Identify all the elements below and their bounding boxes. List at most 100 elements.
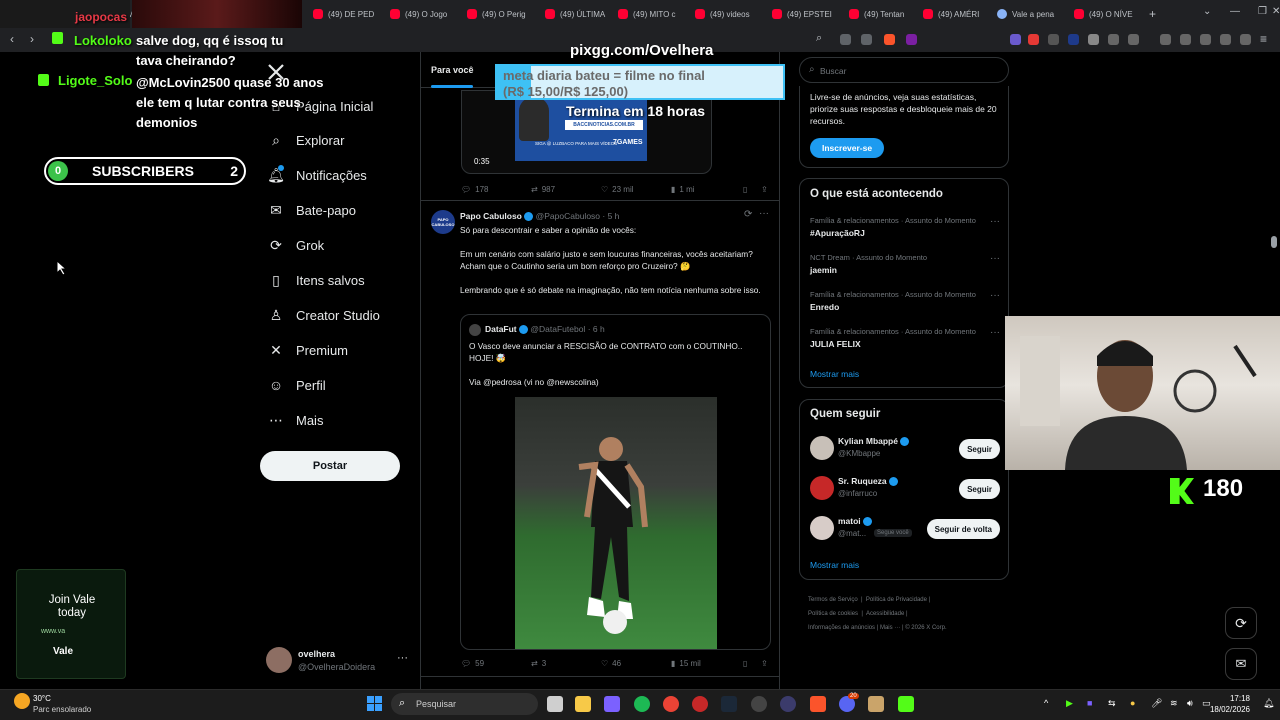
cast-icon[interactable]	[840, 34, 851, 45]
file-explorer-icon[interactable]	[575, 696, 591, 712]
bookmark-icon[interactable]: ▯	[743, 659, 747, 668]
browser-tab[interactable]: (49) O NÍVE	[1074, 4, 1134, 24]
vpn-icon[interactable]	[1240, 34, 1251, 45]
author-name[interactable]: Papo Cabuloso	[460, 211, 522, 221]
follow-suggestion[interactable]: Kylian Mbappé @KMbappe Seguir	[810, 434, 1000, 464]
browser-tab[interactable]: (49) ÚLTIMA	[545, 4, 613, 24]
follow-name[interactable]: Kylian Mbappé	[838, 436, 910, 447]
reply-button[interactable]: 💬︎ 178	[461, 185, 489, 194]
grok-icon[interactable]: ⟳	[744, 209, 752, 220]
bookmark-icon[interactable]: ▯	[743, 185, 747, 194]
trend-item[interactable]: Família & relacionamentos · Assunto do M…	[810, 216, 1000, 238]
nav-item-bookmark[interactable]: ▯ Itens salvos	[268, 269, 365, 293]
chrome-icon[interactable]	[663, 696, 679, 712]
spotify-icon[interactable]	[634, 696, 650, 712]
nav-item-grok[interactable]: ⟳ Grok	[268, 234, 324, 258]
tab-search-button[interactable]: ⌄	[1203, 6, 1211, 17]
weather-temp[interactable]: 30°C	[33, 694, 51, 703]
nav-item-more[interactable]: ⋯ Mais	[268, 408, 323, 432]
avatar[interactable]	[810, 516, 834, 540]
clock-date[interactable]: 18/02/2026	[1208, 705, 1250, 714]
maximize-button[interactable]: ❐	[1258, 6, 1267, 17]
more-icon[interactable]: ···	[990, 290, 1000, 301]
follow-show-more[interactable]: Mostrar mais	[810, 560, 859, 570]
app-icon[interactable]	[751, 696, 767, 712]
app-icon[interactable]	[604, 696, 620, 712]
more-icon[interactable]: ···	[759, 208, 769, 219]
more-icon[interactable]: ···	[990, 253, 1000, 264]
wallet-icon[interactable]	[1200, 34, 1211, 45]
search-icon[interactable]: ⌕	[816, 32, 822, 45]
tray-app-icon[interactable]: ⇆	[1108, 698, 1116, 709]
windows-start-icon[interactable]	[367, 696, 382, 711]
extension-icon[interactable]	[1128, 34, 1139, 45]
close-window-button[interactable]: ✕	[1272, 6, 1280, 17]
nav-item-x-logo[interactable]: ✕ Premium	[268, 338, 348, 362]
share-icon[interactable]: ⇪	[761, 185, 768, 194]
footer-link[interactable]: Acessibilidade	[866, 611, 904, 617]
back-icon[interactable]: ‹	[10, 32, 14, 46]
weather-icon[interactable]	[14, 693, 30, 709]
browser-tab[interactable]: (49) videos	[695, 4, 763, 24]
tray-app-icon[interactable]: ●	[1130, 698, 1135, 708]
forward-icon[interactable]: ›	[30, 32, 34, 46]
like-button[interactable]: ♡ 46	[601, 659, 621, 668]
search-box[interactable]: ⌕ Buscar	[799, 57, 1009, 83]
views-button[interactable]: ▮ 1 mi	[671, 185, 695, 194]
reply-button[interactable]: 💬︎ 59	[461, 659, 484, 668]
follow-button[interactable]: Seguir	[959, 439, 1000, 459]
like-button[interactable]: ♡ 23 mil	[601, 185, 634, 194]
subscribe-button[interactable]: Inscrever-se	[810, 138, 885, 158]
follow-suggestion[interactable]: matoi @mat... Seguir de volta Segue você	[810, 514, 1000, 544]
tray-app-icon[interactable]: ▶	[1066, 698, 1073, 709]
tray-app-icon[interactable]: ■	[1087, 698, 1092, 708]
wifi-icon[interactable]: ≋	[1170, 698, 1178, 709]
avatar[interactable]: PAPO CABULOSO	[431, 210, 455, 234]
more-icon[interactable]: ···	[990, 327, 1000, 338]
views-button[interactable]: ▮ 15 mil	[671, 659, 701, 668]
app-icon[interactable]	[868, 696, 884, 712]
post-time[interactable]: · 5 h	[602, 211, 619, 221]
avatar[interactable]	[810, 436, 834, 460]
footer-link[interactable]: Informações de anúncios	[808, 625, 875, 631]
browser-tab[interactable]: (49) EPSTEI	[772, 4, 840, 24]
football-player-photo[interactable]	[515, 397, 717, 649]
media-icon[interactable]	[1160, 34, 1171, 45]
quoted-post[interactable]: DataFut @DataFutebol · 6 h O Vasco deve …	[460, 314, 771, 650]
clock-time[interactable]: 17:18	[1228, 694, 1250, 703]
opera-icon[interactable]	[692, 696, 708, 712]
steam-icon[interactable]	[721, 696, 737, 712]
browser-tab[interactable]: (49) O Perig	[467, 4, 535, 24]
follow-name[interactable]: matoi	[838, 516, 873, 527]
avatar[interactable]	[810, 476, 834, 500]
microphone-icon[interactable]: 🎤︎	[1151, 698, 1162, 709]
more-icon[interactable]: ···	[990, 216, 1000, 227]
post-button[interactable]: Postar	[260, 451, 400, 481]
notifications-icon[interactable]: 🔔︎	[1263, 698, 1274, 709]
extension-icon[interactable]	[1088, 34, 1099, 45]
footer-link[interactable]: Política de Privacidade	[866, 597, 927, 603]
profile-icon[interactable]	[1220, 34, 1231, 45]
browser-tab[interactable]: (49) Tentan	[849, 4, 917, 24]
repost-button[interactable]: ⇄ 987	[531, 185, 555, 194]
nav-item-bell[interactable]: 🔔︎ Notificações	[267, 164, 367, 188]
extension-icon[interactable]	[1010, 34, 1021, 45]
tray-chevron-icon[interactable]: ^	[1044, 698, 1048, 708]
nav-item-person[interactable]: ☺ Perfil	[268, 373, 326, 397]
browser-tab[interactable]: (49) DE PED	[313, 4, 381, 24]
extension-icon[interactable]	[1068, 34, 1079, 45]
grok-icon[interactable]: ⟳	[1225, 607, 1257, 639]
scrollbar-thumb[interactable]	[1271, 236, 1277, 248]
account-more-icon[interactable]: ···	[397, 652, 408, 664]
author-handle[interactable]: @PapoCabuloso	[536, 211, 600, 221]
footer-link[interactable]: Mais ···	[880, 625, 900, 631]
brave-icon[interactable]	[810, 696, 826, 712]
browser-tab[interactable]: (49) AMÉRI	[923, 4, 991, 24]
new-tab-button[interactable]: +	[1149, 7, 1156, 21]
follow-suggestion[interactable]: Sr. Ruqueza @infarruco Seguir	[810, 474, 1000, 504]
kick-icon[interactable]	[898, 696, 914, 712]
trend-item[interactable]: Família & relacionamentos · Assunto do M…	[810, 327, 1000, 349]
menu-icon[interactable]: ≡	[1260, 32, 1267, 46]
trends-show-more[interactable]: Mostrar mais	[810, 369, 859, 379]
minimize-button[interactable]: —	[1230, 6, 1240, 17]
